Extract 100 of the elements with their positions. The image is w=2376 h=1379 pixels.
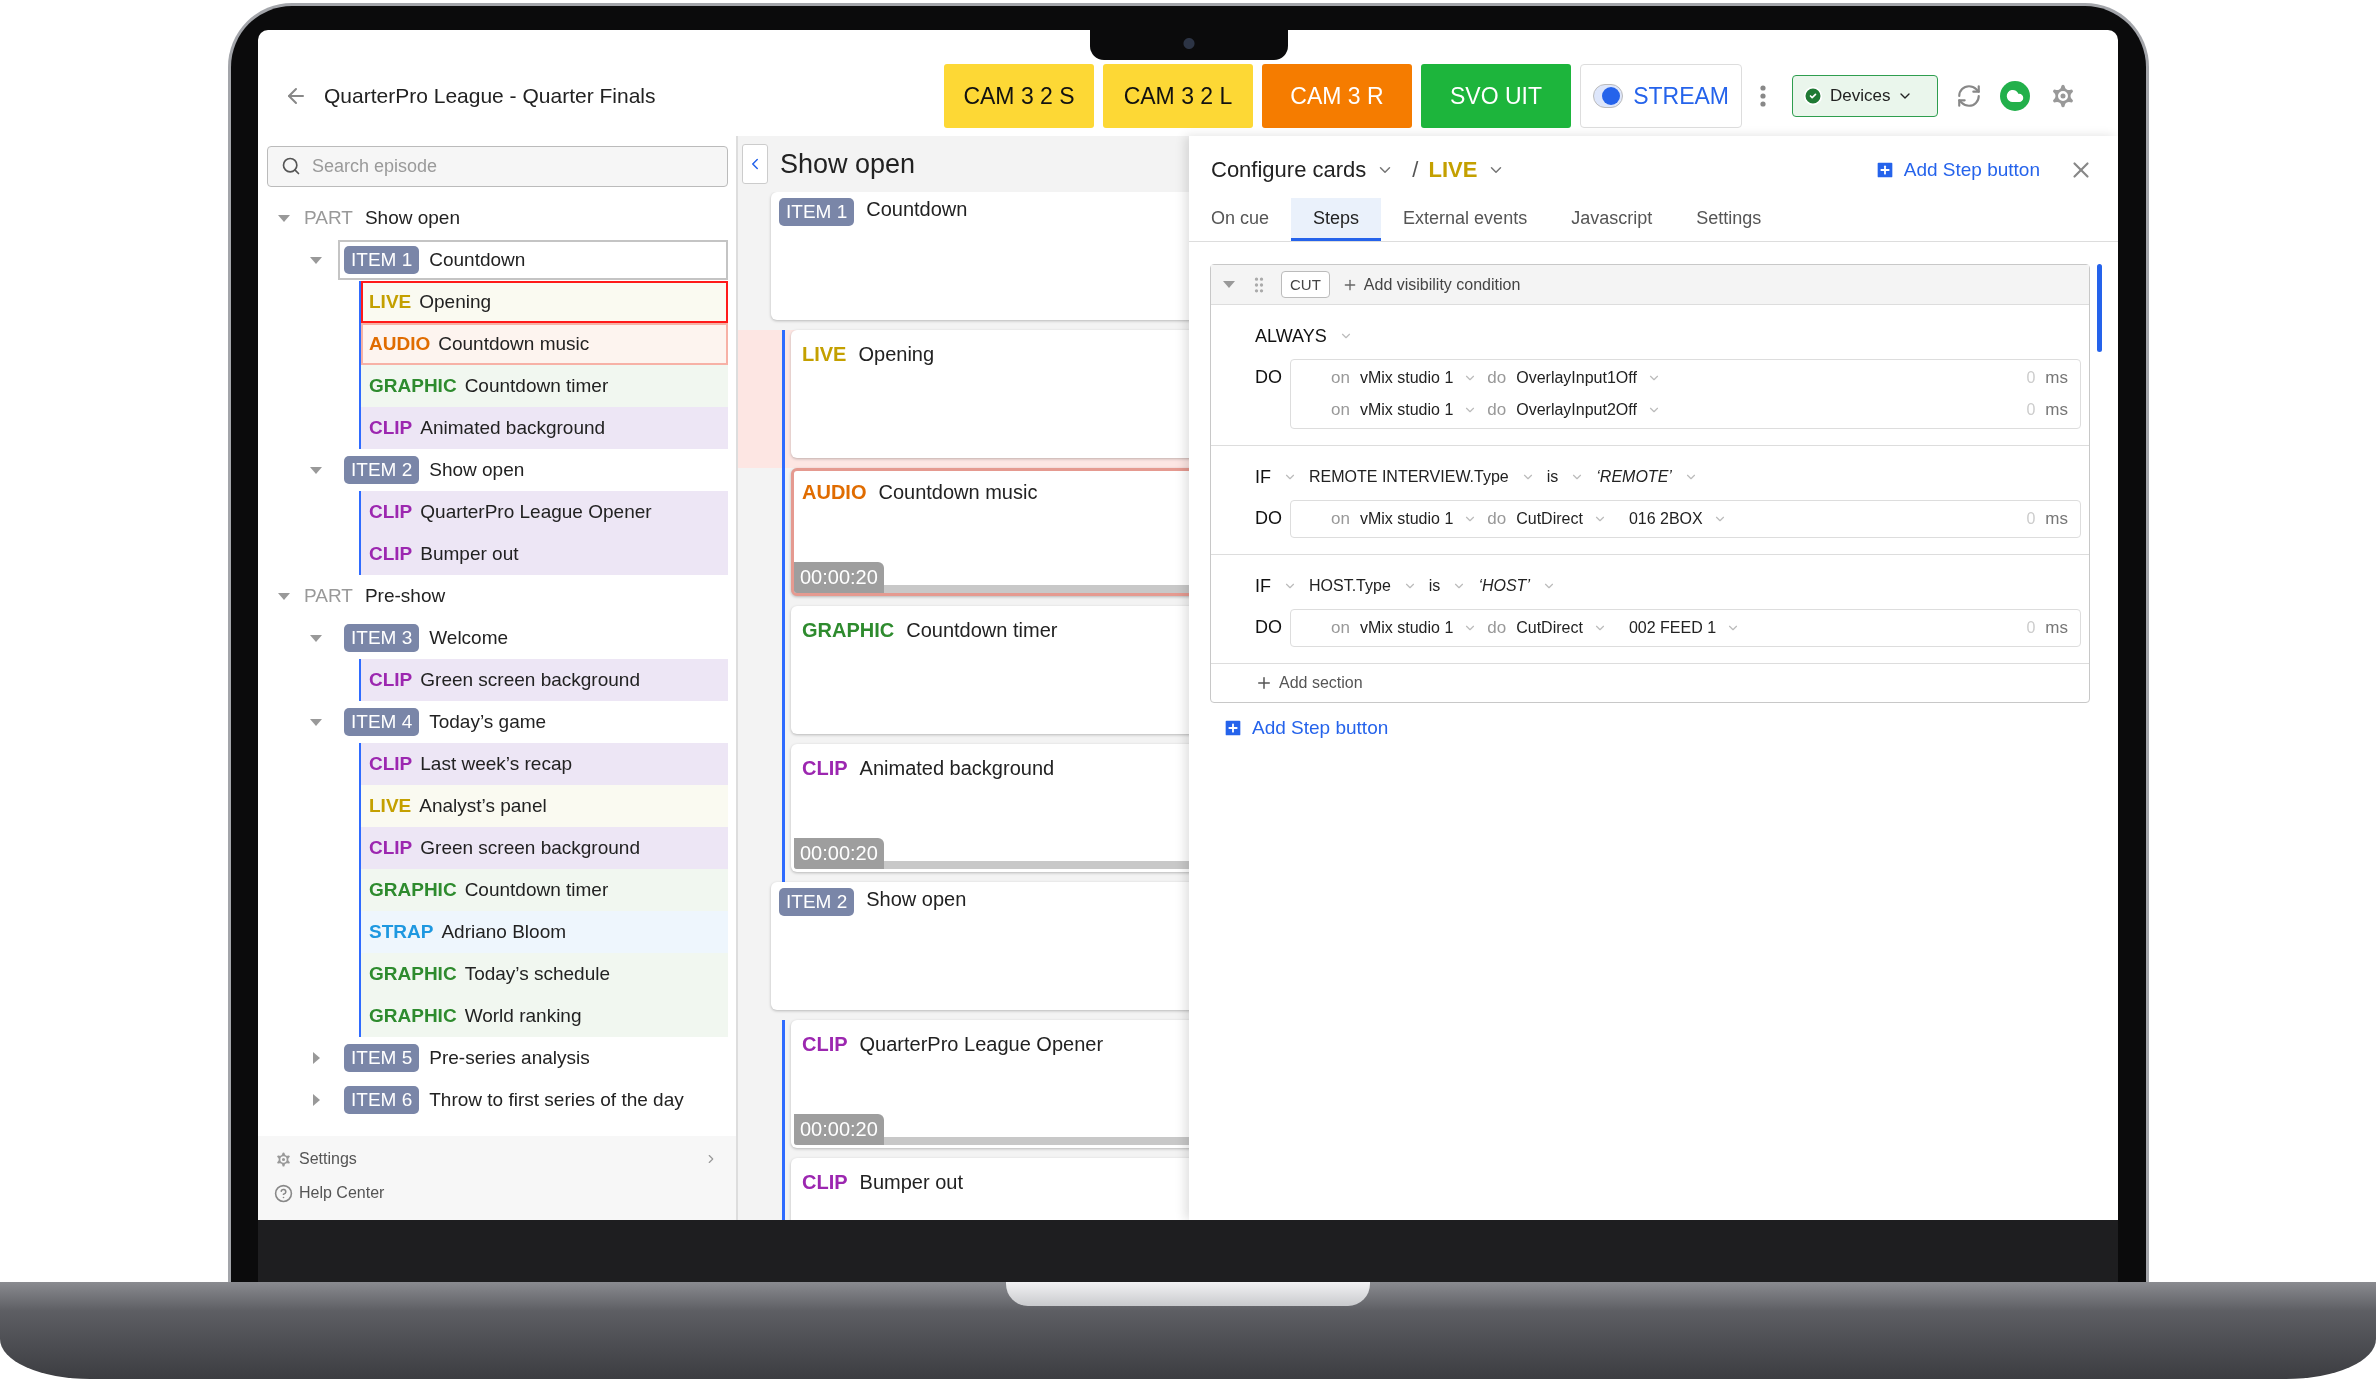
trigger-tag: CUT [1281, 271, 1330, 298]
card-type-label: STRAP [369, 921, 434, 943]
command-select[interactable]: OverlayInput2Off [1516, 401, 1637, 419]
on-label: on [1331, 368, 1350, 388]
target-select[interactable]: vMix studio 1 [1359, 619, 1454, 637]
tree-card[interactable]: AUDIO Countdown music [361, 323, 728, 365]
rundown-card[interactable]: CLIP QuarterPro League Opener 00:00:20 [791, 1020, 1189, 1148]
card-title: Green screen background [420, 669, 640, 691]
tree-card[interactable]: CLIP Last week’s recap [361, 743, 728, 785]
tree-card[interactable]: STRAP Adriano Bloom [361, 911, 728, 953]
item-title: Today’s game [429, 711, 547, 733]
card-title: Countdown timer [464, 375, 609, 397]
tree-item[interactable]: ITEM 1 Countdown [338, 240, 728, 280]
card-type-label: GRAPHIC [802, 619, 895, 642]
tree-card[interactable]: GRAPHIC World ranking [361, 995, 728, 1037]
input-select[interactable]: 002 FEED 1 [1628, 619, 1717, 637]
part-label: PART [304, 207, 353, 229]
card-type-label: LIVE [369, 291, 412, 313]
card-type-label: GRAPHIC [369, 963, 457, 985]
tree-item[interactable]: ITEM 4 Today’s game [338, 702, 728, 742]
camera-button[interactable]: CAM 3 2 L [1103, 64, 1253, 128]
search-field[interactable]: Search episode [267, 146, 728, 187]
item-title: Show open [429, 459, 525, 481]
item-card[interactable]: ITEM 2 Show open [771, 882, 1189, 1010]
card-title: Adriano Bloom [441, 921, 567, 943]
rundown-card[interactable]: LIVE Opening [791, 330, 1189, 458]
card-type-label: CLIP [369, 669, 413, 691]
duration-badge: 00:00:20 [794, 1114, 884, 1145]
condition-field[interactable]: HOST.Type [1309, 577, 1391, 595]
add-condition-button[interactable]: Add visibility condition [1341, 275, 1521, 294]
tree-item[interactable]: ITEM 5 Pre-series analysis [338, 1038, 728, 1078]
add-step-button[interactable]: Add Step button [1873, 159, 2040, 181]
item-title: Show open [866, 888, 967, 911]
plus-icon [1255, 674, 1273, 692]
stream-button[interactable]: STREAM [1580, 64, 1742, 128]
card-title: Countdown timer [906, 619, 1058, 642]
add-section-button[interactable]: Add section [1255, 674, 1363, 692]
tree-card[interactable]: LIVE Analyst’s panel [361, 785, 728, 827]
do-keyword: do [1487, 509, 1507, 529]
condition-field[interactable]: REMOTE INTERVIEW.Type [1309, 468, 1509, 486]
tab[interactable]: On cue [1189, 198, 1292, 241]
condition-operator[interactable]: is [1546, 468, 1559, 486]
card-type-label: CLIP [802, 1171, 848, 1194]
tree-card[interactable]: CLIP QuarterPro League Opener [361, 491, 728, 533]
tab[interactable]: External events [1381, 198, 1550, 241]
tree-card[interactable]: GRAPHIC Countdown timer [361, 869, 728, 911]
tree-item[interactable]: ITEM 6 Throw to first series of the day [338, 1080, 728, 1120]
plus-icon [1222, 717, 1244, 739]
tree-item[interactable]: ITEM 3 Welcome [338, 618, 728, 658]
footer-link[interactable]: Settings [274, 1144, 718, 1174]
tree-card[interactable]: CLIP Bumper out [361, 533, 728, 575]
condition-value[interactable]: ‘REMOTE’ [1596, 468, 1672, 486]
tree-card[interactable]: GRAPHIC Countdown timer [361, 365, 728, 407]
target-select[interactable]: vMix studio 1 [1359, 401, 1454, 419]
command-select[interactable]: CutDirect [1516, 619, 1583, 637]
tab[interactable]: Javascript [1549, 198, 1675, 241]
rundown-card[interactable]: AUDIO Countdown music 00:00:20 [791, 468, 1189, 596]
footer-label: Help Center [299, 1184, 386, 1202]
target-select[interactable]: vMix studio 1 [1359, 510, 1454, 528]
target-select[interactable]: vMix studio 1 [1359, 369, 1454, 387]
item-title: Throw to first series of the day [429, 1089, 684, 1111]
condition-operator[interactable]: is [1428, 577, 1441, 595]
tree-card[interactable]: CLIP Green screen background [361, 659, 728, 701]
condition-keyword: ALWAYS [1255, 325, 1327, 347]
item-title: Countdown [429, 249, 526, 271]
tab[interactable]: Settings [1674, 198, 1784, 241]
tree-card[interactable]: CLIP Animated background [361, 407, 728, 449]
tree-item[interactable]: ITEM 2 Show open [338, 450, 728, 490]
card-type-label: LIVE [369, 795, 412, 817]
footer-link[interactable]: Help Center [274, 1178, 718, 1208]
tree-card[interactable]: LIVE Opening [361, 281, 728, 323]
collapse-button[interactable] [742, 144, 768, 184]
condition-value[interactable]: ‘HOST’ [1478, 577, 1530, 595]
card-type-label: CLIP [369, 753, 413, 775]
scrollbar[interactable] [2097, 264, 2102, 352]
do-label: DO [1255, 366, 1283, 388]
input-select[interactable]: 016 2BOX [1628, 510, 1703, 528]
card-type-label: GRAPHIC [369, 375, 457, 397]
tree-card[interactable]: CLIP Green screen background [361, 827, 728, 869]
toggle-switch[interactable] [1593, 84, 1624, 108]
cloud-icon[interactable] [2000, 81, 2030, 111]
item-card[interactable]: ITEM 1 Countdown [771, 192, 1189, 320]
devices-button[interactable]: Devices [1792, 75, 1938, 117]
command-select[interactable]: OverlayInput1Off [1516, 369, 1637, 387]
card-title: Green screen background [420, 837, 640, 859]
card-title: Opening [858, 343, 935, 366]
tab[interactable]: Steps [1291, 198, 1382, 241]
card-title: Opening [419, 291, 492, 313]
add-step-button[interactable]: Add Step button [1222, 717, 1389, 739]
rundown-card[interactable]: GRAPHIC Countdown timer [791, 606, 1189, 734]
camera-button[interactable]: CAM 3 2 S [944, 64, 1094, 128]
rundown-card[interactable]: CLIP Bumper out [791, 1158, 1189, 1220]
tree-card[interactable]: GRAPHIC Today’s schedule [361, 953, 728, 995]
condition-keyword: IF [1255, 575, 1271, 597]
rundown-card[interactable]: CLIP Animated background 00:00:20 [791, 744, 1189, 872]
card-title: World ranking [464, 1005, 582, 1027]
command-select[interactable]: CutDirect [1516, 510, 1583, 528]
card-title: QuarterPro League Opener [859, 1033, 1104, 1056]
card-title: Countdown music [878, 481, 1038, 504]
do-keyword: do [1487, 618, 1507, 638]
